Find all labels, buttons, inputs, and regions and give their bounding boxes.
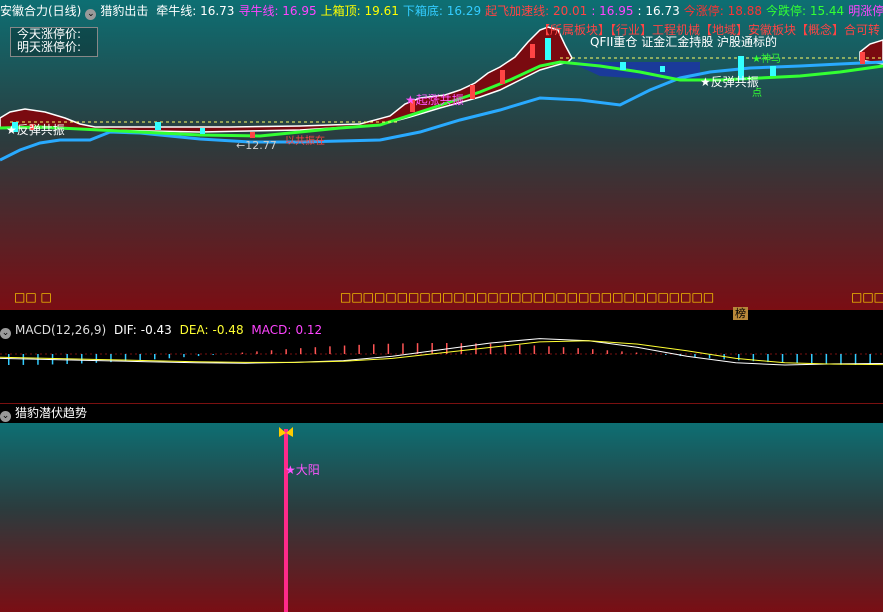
header-item: 上箱顶: 19.61 [320,4,399,18]
macd-hist-bar [694,354,696,358]
macd-value: 0.12 [295,323,323,337]
macd-hist-bar [285,349,287,354]
macd-hist-bar [139,354,141,361]
limit-tomorrow-label: 明天涨停价: [17,40,82,54]
header-values: 牵牛线: 16.73 寻牛线: 16.95 上箱顶: 19.61 下箱底: 16.29… [156,4,883,18]
low-price-label: ←12.77 [236,139,277,152]
macd-hist-bar [183,354,185,358]
dea-label: DEA: [179,323,209,337]
macd-hist-bar [314,347,317,354]
macd-hist-bar [781,354,784,363]
macd-hist-bar [796,354,798,364]
stock-name: 安徽合力(日线) [0,4,82,18]
bottom-marks-left: □□ □ [14,290,52,304]
green-label: ★神马 [752,52,781,65]
price-panel[interactable]: ★反弹共振 ★起涨共振 ★反弹共振 ←12.77 以共振在 ★神马 点 【所属板… [0,0,883,309]
macd-hist-bar [621,351,623,354]
macd-hist-bar [95,354,98,363]
macd-hist-bar [533,345,536,354]
bottom-marks-mid: □□□□□□□□□□□□□□□□□□□□□□□□□□□□□□□□□ [340,290,715,304]
trend-signal: ★大阳 [285,463,320,477]
collapse-icon[interactable]: ⌄ [85,9,97,20]
dif-label: DIF: [113,323,137,337]
indicator-name[interactable]: 猎豹出击 [100,4,148,18]
macd-hist-bar [606,350,609,354]
macd-hist-bar [343,345,346,354]
macd-hist-bar [635,352,638,354]
header-item: 牵牛线: 16.73 [156,4,235,18]
macd-hist-bar [562,347,565,354]
macd-hist-bar [592,349,594,354]
macd-hist-bar [197,354,200,357]
macd-hist-bar [431,343,433,354]
macd-hist-bar [402,343,404,354]
macd-hist-bar [373,344,375,354]
macd-hist-bar [8,354,10,365]
macd-hist-bar [738,354,740,361]
header-item: 起飞加速线: 20.01 [485,4,588,18]
macd-hist-bar [300,348,302,354]
macd-hist-bar [270,350,273,354]
macd-hist-bar [840,354,842,365]
macd-collapse-icon[interactable]: ⌄ [0,328,11,339]
macd-hist-bar [387,343,390,354]
stock-chart-window: ★反弹共振 ★起涨共振 ★反弹共振 ←12.77 以共振在 ★神马 点 【所属板… [0,0,883,612]
macd-hist-bar [241,352,244,354]
macd-hist-bar [460,343,463,354]
trend-bg [0,423,883,612]
macd-hist-bar [577,348,579,354]
low-price-label2: 以共振在 [285,134,325,147]
header-item: 下箱底: 16.29 [402,4,482,18]
macd-hist-bar [212,354,214,355]
header-item: 寻牛线: 16.95 [238,4,317,18]
macd-hist-bar [665,354,667,355]
header-item: 明涨停: 19.09 [848,4,883,18]
price-header: 安徽合力(日线) ⌄ 猎豹出击 牵牛线: 16.73 寻牛线: 16.95 上箱顶: 1… [0,2,883,20]
macd-hist-bar [168,354,171,359]
macd-hist-bar [358,344,360,354]
bottom-marks-right: □□□ [851,290,883,304]
trend-header: ⌄ 猎豹潜伏趋势 [0,404,883,422]
macd-hist-bar [329,346,331,354]
header-item: 今跌停: 15.44 [765,4,845,18]
macd-header: ⌄ MACD(12,26,9) DIF: -0.43 DEA: -0.48 MACD:… [0,321,883,339]
header-item: 今涨停: 18.88 [683,4,762,18]
macd-hist-bar [825,354,828,365]
macd-hist-bar [22,354,25,365]
divider-tag: 榜 [733,307,748,320]
macd-hist-bar [548,346,550,354]
macd-label: MACD: [251,323,292,337]
green-label2: 点 [752,87,762,99]
header-item: : 16.95 [591,4,634,18]
concept-text2: QFII重仓 证金汇金持股 沪股通标的 [590,34,777,49]
trend-panel[interactable]: ★大阳 [0,423,883,612]
trend-collapse-icon[interactable]: ⌄ [0,411,11,422]
dif-value: -0.43 [140,323,172,337]
macd-hist-bar [811,354,813,365]
macd-hist-bar [489,343,492,354]
trend-bar [284,429,288,612]
signal-right-label: ★反弹共振 [700,75,759,89]
limit-price-box: 今天涨停价: 明天涨停价: [10,27,98,57]
macd-hist-bar [519,344,521,354]
trend-title: 猎豹潜伏趋势 [15,406,88,420]
dea-value: -0.48 [212,323,244,337]
macd-hist-bar [256,351,258,354]
signal-left-label: ★反弹共振 [6,123,65,137]
signal-mid-label: ★起涨共振 [405,92,464,107]
header-item: : 16.73 [637,4,680,18]
macd-hist-bar [154,354,156,360]
macd-title: MACD(12,26,9) [15,323,107,337]
